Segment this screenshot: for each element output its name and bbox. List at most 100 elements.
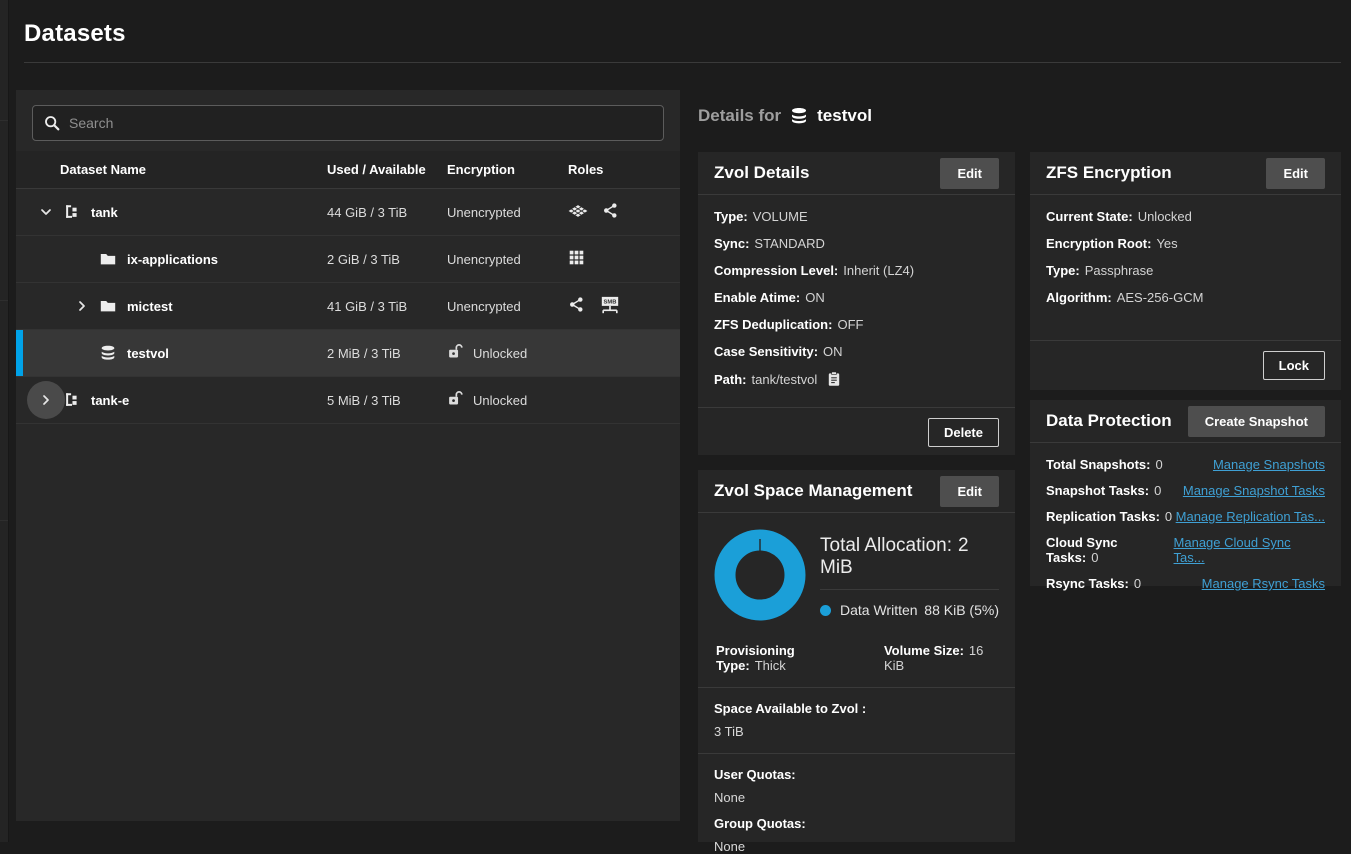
dataset-used: 44 GiB / 3 TiB	[327, 205, 447, 220]
delete-zvol-button[interactable]: Delete	[928, 418, 999, 447]
manage-cloud-sync-tasks-link[interactable]: Manage Cloud Sync Tas...	[1174, 535, 1325, 565]
detail-value: Yes	[1156, 236, 1177, 251]
dataset-encryption: Unlocked	[473, 346, 527, 361]
data-written-legend-dot	[820, 605, 831, 616]
zvol-database-icon	[789, 106, 809, 126]
page-title: Datasets	[24, 20, 126, 48]
detail-label: Type:	[714, 209, 748, 224]
table-row-mictest[interactable]: mictest 41 GiB / 3 TiB Unencrypted SMB	[16, 283, 680, 330]
rail-divider	[0, 520, 8, 521]
dp-value: 0	[1165, 509, 1172, 524]
edit-space-button[interactable]: Edit	[940, 476, 999, 507]
detail-label: Enable Atime:	[714, 290, 800, 305]
user-quotas-value: None	[714, 790, 999, 805]
share-icon	[568, 296, 585, 316]
details-target-name: testvol	[817, 106, 872, 126]
table-row-tank-e[interactable]: tank-e 5 MiB / 3 TiB Unlocked	[16, 377, 680, 424]
space-available-label: Space Available to Zvol :	[714, 701, 999, 716]
manage-snapshots-link[interactable]: Manage Snapshots	[1213, 457, 1325, 472]
table-row-testvol[interactable]: testvol 2 MiB / 3 TiB Unlocked	[16, 330, 680, 377]
search-icon	[43, 114, 61, 132]
dataset-name: testvol	[127, 346, 169, 361]
card-title: Zvol Space Management	[714, 481, 912, 501]
manage-snapshot-tasks-link[interactable]: Manage Snapshot Tasks	[1183, 483, 1325, 498]
dataset-encryption: Unencrypted	[447, 205, 568, 220]
dp-value: 0	[1154, 483, 1161, 498]
detail-value: tank/testvol	[752, 372, 818, 387]
edit-zvol-details-button[interactable]: Edit	[940, 158, 999, 189]
folder-icon	[98, 296, 118, 316]
zvol-database-icon	[98, 343, 118, 363]
dataset-root-icon	[62, 390, 82, 410]
dataset-name: mictest	[127, 299, 173, 314]
data-written-value: 88 KiB (5%)	[924, 602, 999, 618]
user-quotas-label: User Quotas:	[714, 767, 999, 782]
apps-grid-icon	[568, 249, 585, 269]
data-written-label: Data Written	[840, 602, 918, 618]
apps-pool-icon	[568, 201, 588, 224]
dataset-name: tank	[91, 205, 118, 220]
detail-value: AES-256-GCM	[1117, 290, 1204, 305]
dp-label: Snapshot Tasks:	[1046, 483, 1149, 498]
details-header: Details for testvol	[698, 106, 872, 126]
rail-divider	[0, 120, 8, 121]
dp-value: 0	[1091, 550, 1098, 565]
space-available-value: 3 TiB	[714, 724, 999, 739]
dataset-name: ix-applications	[127, 252, 218, 267]
total-allocation-label: Total Allocation:	[820, 535, 952, 556]
dataset-encryption: Unencrypted	[447, 252, 568, 267]
dataset-table-panel: Dataset Name Used / Available Encryption…	[16, 90, 680, 821]
folder-icon	[98, 249, 118, 269]
column-header-dataset-name: Dataset Name	[16, 162, 327, 177]
dataset-used: 41 GiB / 3 TiB	[327, 299, 447, 314]
rail-divider	[0, 300, 8, 301]
detail-label: Compression Level:	[714, 263, 838, 278]
manage-rsync-tasks-link[interactable]: Manage Rsync Tasks	[1202, 576, 1325, 591]
search-input[interactable]	[32, 105, 664, 141]
dp-label: Replication Tasks:	[1046, 509, 1160, 524]
chevron-right-icon[interactable]	[70, 294, 94, 318]
chevron-right-icon[interactable]	[34, 388, 58, 412]
dataset-used: 2 GiB / 3 TiB	[327, 252, 447, 267]
chevron-down-icon[interactable]	[34, 200, 58, 224]
legend-divider	[820, 589, 999, 590]
card-title: Data Protection	[1046, 411, 1172, 431]
detail-label: Path:	[714, 372, 747, 387]
detail-value: ON	[805, 290, 825, 305]
group-quotas-label: Group Quotas:	[714, 816, 999, 831]
share-icon	[602, 202, 619, 222]
dataset-name: tank-e	[91, 393, 129, 408]
lock-dataset-button[interactable]: Lock	[1263, 351, 1325, 380]
detail-label: Algorithm:	[1046, 290, 1112, 305]
column-header-used-available: Used / Available	[327, 162, 447, 177]
manage-replication-tasks-link[interactable]: Manage Replication Tas...	[1176, 509, 1325, 524]
card-title: Zvol Details	[714, 163, 809, 183]
detail-label: Encryption Root:	[1046, 236, 1151, 251]
dataset-root-icon	[62, 202, 82, 222]
smb-share-icon: SMB	[599, 295, 621, 318]
table-row-tank[interactable]: tank 44 GiB / 3 TiB Unencrypted	[16, 189, 680, 236]
table-header: Dataset Name Used / Available Encryption…	[16, 151, 680, 189]
dataset-encryption: Unlocked	[473, 393, 527, 408]
zfs-encryption-card: ZFS Encryption Edit Current State:Unlock…	[1030, 152, 1341, 390]
card-title: ZFS Encryption	[1046, 163, 1172, 183]
detail-value: STANDARD	[754, 236, 825, 251]
dp-value: 0	[1134, 576, 1141, 591]
table-row-ix-applications[interactable]: ix-applications 2 GiB / 3 TiB Unencrypte…	[16, 236, 680, 283]
lock-open-icon	[447, 343, 464, 363]
lock-open-icon	[447, 390, 464, 410]
create-snapshot-button[interactable]: Create Snapshot	[1188, 406, 1325, 437]
dataset-encryption: Unencrypted	[447, 299, 568, 314]
copy-path-icon[interactable]	[826, 371, 842, 387]
column-header-roles: Roles	[568, 162, 680, 177]
collapsed-sidebar-rail	[0, 0, 9, 842]
detail-value: VOLUME	[753, 209, 808, 224]
detail-label: ZFS Deduplication:	[714, 317, 832, 332]
detail-value: Inherit (LZ4)	[843, 263, 914, 278]
edit-encryption-button[interactable]: Edit	[1266, 158, 1325, 189]
zvol-space-management-card: Zvol Space Management Edit Total Allocat…	[698, 470, 1015, 842]
dp-label: Total Snapshots:	[1046, 457, 1150, 472]
column-header-encryption: Encryption	[447, 162, 568, 177]
detail-label: Type:	[1046, 263, 1080, 278]
data-protection-card: Data Protection Create Snapshot Total Sn…	[1030, 400, 1341, 586]
